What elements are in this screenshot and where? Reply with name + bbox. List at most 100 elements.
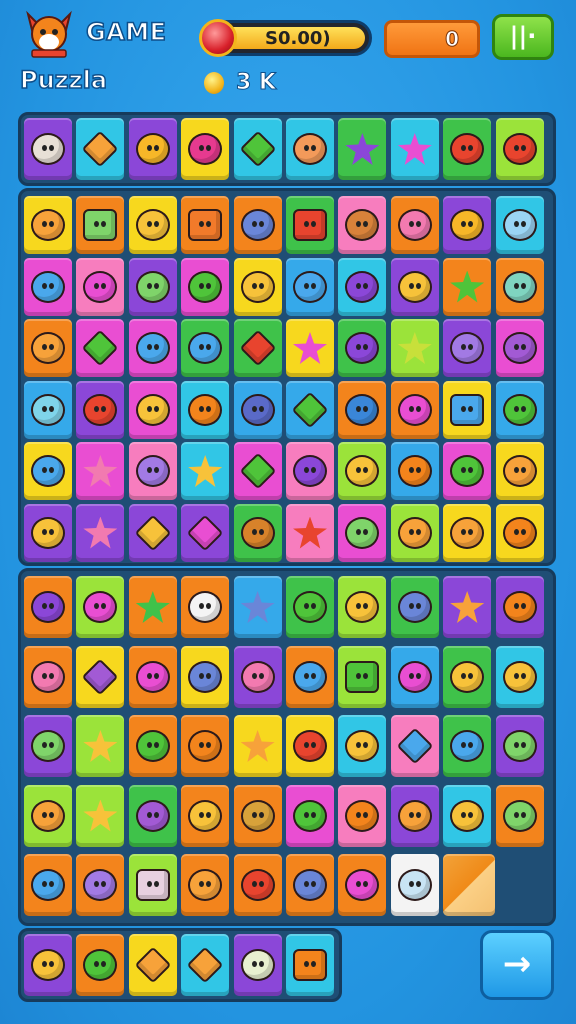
lower-board-tile[interactable] [495, 576, 544, 638]
main-board-tile[interactable] [390, 380, 439, 439]
main-board-tile[interactable] [233, 442, 282, 500]
lower-board-tile[interactable] [181, 715, 230, 777]
lower-board-tile[interactable] [128, 715, 177, 777]
main-board-tile[interactable] [286, 319, 334, 377]
main-board-tile[interactable] [338, 196, 387, 254]
lower-board-tile[interactable] [76, 645, 125, 708]
main-board-tile[interactable] [390, 196, 439, 254]
main-board-tile[interactable] [495, 380, 544, 439]
main-board-tile[interactable] [128, 503, 177, 562]
main-board-tile[interactable] [338, 319, 387, 377]
lower-board-tile[interactable] [390, 576, 439, 638]
main-board-tile[interactable] [76, 196, 125, 254]
lower-board-tile[interactable] [181, 854, 230, 916]
main-board-tile[interactable] [495, 319, 544, 377]
next-button[interactable]: → [480, 930, 554, 1000]
lower-board-tile[interactable] [76, 715, 125, 777]
main-board-tile[interactable] [24, 442, 72, 500]
main-board-tile[interactable] [338, 503, 387, 562]
main-board-tile[interactable] [24, 257, 72, 316]
lower-board-tile[interactable] [128, 784, 177, 847]
main-board-tile[interactable] [390, 257, 439, 316]
main-board-tile[interactable] [233, 503, 282, 562]
main-board-tile[interactable] [128, 380, 177, 439]
main-board-tile[interactable] [181, 196, 230, 254]
lower-board-tile[interactable] [338, 715, 387, 777]
lower-board-tile[interactable] [233, 854, 282, 916]
lower-board-tile[interactable] [495, 715, 544, 777]
menu-button[interactable]: ||· [492, 14, 554, 60]
main-board-tile[interactable] [24, 380, 72, 439]
main-board-tile[interactable] [286, 503, 334, 562]
tray-tile[interactable] [286, 934, 334, 996]
top-strip-tile[interactable] [181, 118, 230, 180]
main-board-tile[interactable] [233, 196, 282, 254]
lower-board-tile[interactable] [233, 784, 282, 847]
main-board-tile[interactable] [443, 319, 492, 377]
top-strip-tile[interactable] [76, 118, 125, 180]
main-board-tile[interactable] [181, 380, 230, 439]
main-board-tile[interactable] [128, 442, 177, 500]
main-board-tile[interactable] [338, 257, 387, 316]
lower-board-tile[interactable] [286, 854, 334, 916]
lower-board-tile[interactable] [390, 715, 439, 777]
lower-board-tile[interactable] [338, 854, 387, 916]
tray-tile[interactable] [233, 934, 282, 996]
main-board-tile[interactable] [128, 196, 177, 254]
top-strip-tile[interactable] [338, 118, 387, 180]
main-board-tile[interactable] [286, 442, 334, 500]
lower-board-tile[interactable] [128, 576, 177, 638]
lower-board-tile[interactable] [76, 784, 125, 847]
main-board-tile[interactable] [443, 503, 492, 562]
main-board-tile[interactable] [233, 380, 282, 439]
lower-board-tile[interactable] [24, 715, 72, 777]
main-board-tile[interactable] [24, 196, 72, 254]
lower-board-tile[interactable] [390, 854, 439, 916]
main-board-tile[interactable] [286, 196, 334, 254]
main-board-tile[interactable] [233, 319, 282, 377]
lower-board-tile[interactable] [24, 645, 72, 708]
main-board-tile[interactable] [338, 380, 387, 439]
lower-board-tile[interactable] [443, 715, 492, 777]
lower-board-tile[interactable] [181, 645, 230, 708]
top-strip-tile[interactable] [390, 118, 439, 180]
main-board-tile[interactable] [76, 319, 125, 377]
main-board-tile[interactable] [443, 442, 492, 500]
lower-board-tile[interactable] [286, 784, 334, 847]
main-board-tile[interactable] [495, 442, 544, 500]
lower-board-tile[interactable] [338, 645, 387, 708]
main-board-tile[interactable] [443, 196, 492, 254]
top-strip-tile[interactable] [495, 118, 544, 180]
lower-board-tile[interactable] [390, 784, 439, 847]
main-board-tile[interactable] [76, 380, 125, 439]
main-board-tile[interactable] [24, 319, 72, 377]
main-board-tile[interactable] [286, 257, 334, 316]
main-board-tile[interactable] [495, 196, 544, 254]
lower-board-tile[interactable] [24, 854, 72, 916]
lower-board-tile[interactable] [443, 784, 492, 847]
lower-board-tile[interactable] [286, 576, 334, 638]
tray-tile[interactable] [128, 934, 177, 996]
tray-tile[interactable] [24, 934, 72, 996]
top-strip-tile[interactable] [443, 118, 492, 180]
main-board-tile[interactable] [443, 380, 492, 439]
main-board-tile[interactable] [24, 503, 72, 562]
lower-board-tile[interactable] [338, 784, 387, 847]
top-strip-tile[interactable] [128, 118, 177, 180]
main-board-tile[interactable] [390, 442, 439, 500]
main-board-tile[interactable] [76, 257, 125, 316]
lower-board-tile[interactable] [128, 645, 177, 708]
lower-board-tile[interactable] [233, 715, 282, 777]
main-board-tile[interactable] [495, 503, 544, 562]
main-board-tile[interactable] [76, 442, 125, 500]
main-board-tile[interactable] [495, 257, 544, 316]
main-board-tile[interactable] [181, 257, 230, 316]
main-board-tile[interactable] [390, 319, 439, 377]
main-board-tile[interactable] [338, 442, 387, 500]
main-board-tile[interactable] [233, 257, 282, 316]
lower-board-tile[interactable] [443, 854, 496, 916]
main-board-tile[interactable] [443, 257, 492, 316]
main-board-tile[interactable] [128, 257, 177, 316]
lower-board-tile[interactable] [181, 576, 230, 638]
lower-board-tile[interactable] [233, 576, 282, 638]
